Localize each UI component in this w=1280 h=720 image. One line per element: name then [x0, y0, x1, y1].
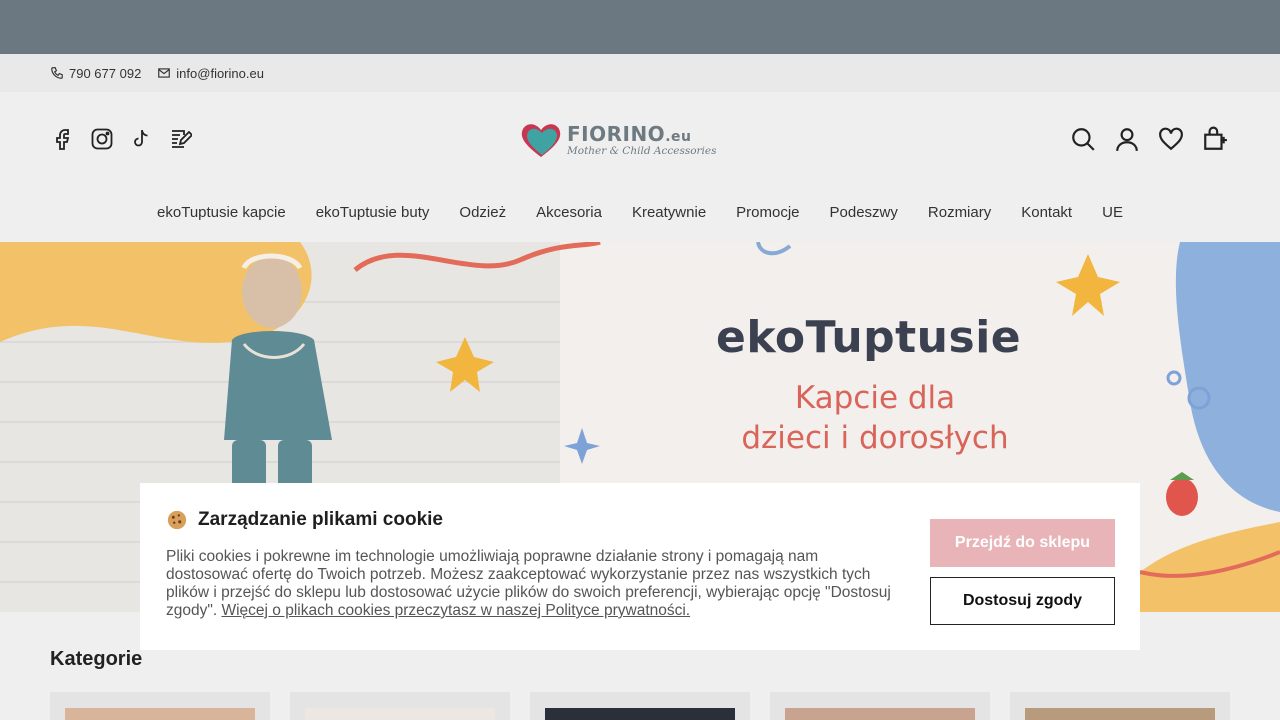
hero-subtitle-line2: dzieci i dorosłych	[741, 420, 1009, 456]
category-card[interactable]	[770, 692, 990, 720]
nav-item-kreatywnie[interactable]: Kreatywnie	[632, 204, 706, 221]
nav-item-ekotuptusie-kapcie[interactable]: ekoTuptusie kapcie	[157, 204, 286, 221]
nav-item-podeszwy[interactable]: Podeszwy	[830, 204, 898, 221]
instagram-link[interactable]	[89, 126, 115, 152]
heart-icon	[1159, 127, 1183, 151]
main-navigation: ekoTuptusie kapcie ekoTuptusie buty Odzi…	[0, 204, 1280, 221]
privacy-policy-link[interactable]: Więcej o plikach cookies przeczytasz w n…	[221, 602, 690, 619]
logo-text: FIORINO.eu Mother & Child Accessories	[567, 124, 717, 157]
top-banner-strip	[0, 0, 1280, 54]
categories-heading: Kategorie	[50, 648, 143, 670]
site-header: FIORINO.eu Mother & Child Accessories ek…	[0, 92, 1280, 242]
tiktok-icon	[134, 129, 148, 147]
nav-item-kontakt[interactable]: Kontakt	[1021, 204, 1072, 221]
account-button[interactable]	[1112, 124, 1142, 154]
contact-bar: 790 677 092 info@fiorino.eu	[0, 54, 1280, 92]
phone-contact[interactable]: 790 677 092	[50, 66, 141, 81]
nav-item-ekotuptusie-buty[interactable]: ekoTuptusie buty	[316, 204, 430, 221]
category-image	[545, 708, 735, 720]
blog-link[interactable]	[167, 126, 193, 152]
hero-subtitle-line1: Kapcie dla	[794, 380, 956, 416]
instagram-icon	[91, 128, 113, 150]
search-button[interactable]	[1068, 124, 1098, 154]
heart-logo-icon	[521, 124, 561, 157]
phone-number: 790 677 092	[69, 65, 142, 81]
social-links	[50, 126, 206, 152]
nav-item-rozmiary[interactable]: Rozmiary	[928, 204, 991, 221]
site-logo[interactable]: FIORINO.eu Mother & Child Accessories	[517, 120, 749, 160]
cookie-description: Pliki cookies i pokrewne im technologie …	[166, 548, 896, 620]
shopping-bag-icon	[1204, 126, 1227, 150]
cart-button[interactable]	[1200, 124, 1230, 154]
search-icon	[1072, 128, 1095, 151]
tiktok-link[interactable]	[128, 126, 154, 152]
cookie-consent-dialog: Zarządzanie plikami cookie Pliki cookies…	[140, 483, 1140, 650]
email-address: info@fiorino.eu	[176, 65, 264, 81]
nav-item-ue[interactable]: UE	[1102, 204, 1123, 221]
customize-consents-button[interactable]: Dostosuj zgody	[930, 577, 1115, 625]
nav-item-odziez[interactable]: Odzież	[459, 204, 506, 221]
user-icon	[1116, 128, 1138, 152]
email-contact[interactable]: info@fiorino.eu	[157, 66, 264, 81]
mail-icon	[158, 68, 171, 78]
category-image	[1025, 708, 1215, 720]
category-card[interactable]	[530, 692, 750, 720]
nav-item-akcesoria[interactable]: Akcesoria	[536, 204, 602, 221]
category-image	[65, 708, 255, 720]
logo-wordmark: FIORINO.eu	[567, 121, 692, 146]
cookie-icon	[167, 510, 187, 530]
hero-subtitle: Kapcie dla dzieci i dorosłych	[700, 378, 1050, 458]
category-image	[305, 708, 495, 720]
phone-icon	[51, 67, 63, 79]
hero-title: ekoTuptusie	[716, 312, 1022, 363]
category-card[interactable]	[50, 692, 270, 720]
cookie-dialog-title: Zarządzanie plikami cookie	[166, 509, 443, 531]
edit-note-icon	[172, 130, 192, 148]
category-card[interactable]	[1010, 692, 1230, 720]
category-card[interactable]	[290, 692, 510, 720]
go-to-shop-button[interactable]: Przejdź do sklepu	[930, 519, 1115, 567]
logo-tagline: Mother & Child Accessories	[567, 144, 717, 157]
category-image	[785, 708, 975, 720]
facebook-link[interactable]	[50, 126, 76, 152]
facebook-icon	[56, 129, 70, 150]
category-cards	[50, 692, 1250, 720]
nav-item-promocje[interactable]: Promocje	[736, 204, 799, 221]
wishlist-button[interactable]	[1156, 124, 1186, 154]
header-actions	[1054, 124, 1230, 154]
cookie-title-text: Zarządzanie plikami cookie	[198, 509, 443, 530]
